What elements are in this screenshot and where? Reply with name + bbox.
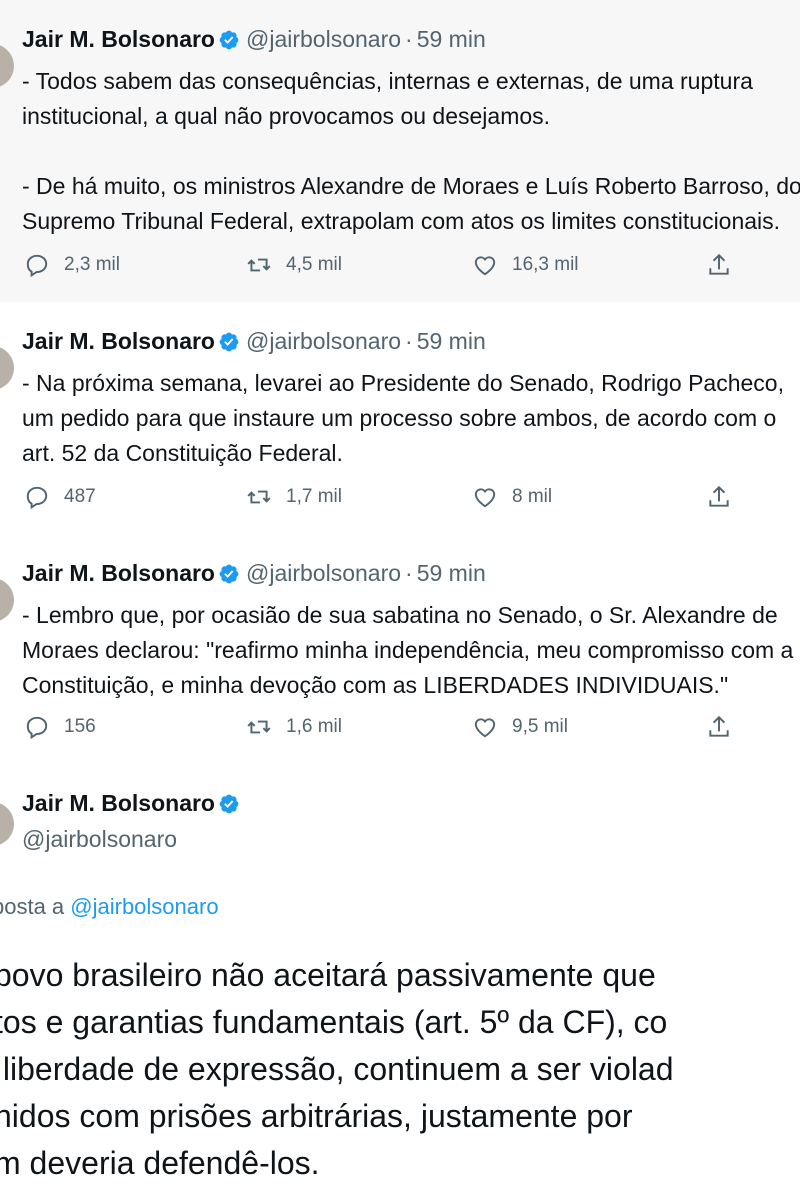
tweet-header: Jair M. Bolsonaro @jairbolsonaro · 59 min [22,558,486,588]
verified-badge-icon [219,30,239,50]
replying-mention-link[interactable]: @jairbolsonaro [70,894,218,919]
tweet-header: Jair M. Bolsonaro @jairbolsonaro · 59 min [22,24,486,54]
like-button[interactable]: 8 mil [472,482,552,512]
tweet-text: - Lembro que, por ocasião de sua sabatin… [22,602,794,698]
timestamp[interactable]: 59 min [417,26,486,52]
separator-dot: · [405,26,413,52]
share-icon [709,485,729,507]
author-handle[interactable]: @jairbolsonaro [246,26,401,52]
like-button[interactable]: 9,5 mil [472,712,568,742]
tweet-text: - Na próxima semana, levarei ao Presiden… [22,370,784,466]
tweet-1[interactable]: Jair M. Bolsonaro @jairbolsonaro · 59 min -… [0,0,800,302]
tweet-2[interactable]: Jair M. Bolsonaro @jairbolsonaro · 59 min -… [0,302,800,534]
author-handle[interactable]: @jairbolsonaro [22,826,177,853]
like-icon [474,488,496,508]
separator-dot: · [405,328,413,354]
verified-badge-icon [219,332,239,352]
avatar[interactable] [0,578,14,622]
author-handle[interactable]: @jairbolsonaro [246,328,401,354]
tweet-text: povo brasileiro não aceitará passivament… [0,957,674,1181]
tweet-text: - Todos sabem das consequências, interna… [22,68,800,234]
verified-badge-icon [219,794,239,814]
action-bar: 487 1,7 mil 8 mil [0,482,800,512]
share-icon [709,253,729,275]
retweet-button[interactable]: 1,7 mil [246,482,342,512]
replying-label: posta a [0,894,65,919]
like-count: 16,3 mil [512,254,579,275]
timestamp[interactable]: 59 min [417,560,486,586]
share-button[interactable] [706,482,746,512]
like-count: 8 mil [512,486,553,507]
reply-count: 487 [64,486,96,507]
tweet-3[interactable]: Jair M. Bolsonaro @jairbolsonaro · 59 min -… [0,534,800,766]
main-tweet[interactable]: Jair M. Bolsonaro @jairbolsonaro posta a… [0,766,800,1200]
tweet-header: Jair M. Bolsonaro @jairbolsonaro · 59 min [22,326,486,356]
share-button[interactable] [706,712,746,742]
verified-badge-icon [219,564,239,584]
retweet-count: 1,6 mil [286,716,342,737]
reply-button[interactable]: 487 [24,482,96,512]
avatar[interactable] [0,44,14,88]
reply-icon [26,716,48,740]
action-bar: 2,3 mil 4,5 mil 16,3 mil [0,250,800,280]
like-count: 9,5 mil [512,716,568,737]
reply-icon [26,254,48,278]
reply-button[interactable]: 2,3 mil [24,250,120,280]
author-handle[interactable]: @jairbolsonaro [246,560,401,586]
reply-count: 2,3 mil [64,254,120,275]
timestamp[interactable]: 59 min [417,328,486,354]
reply-count: 156 [64,716,96,737]
retweet-button[interactable]: 4,5 mil [246,250,342,280]
like-icon [474,718,496,738]
action-bar: 156 1,6 mil 9,5 mil [0,712,800,742]
avatar[interactable] [0,346,14,390]
author-name[interactable]: Jair M. Bolsonaro [22,790,215,816]
share-icon [709,715,729,737]
tweet-header: Jair M. Bolsonaro [22,788,246,818]
retweet-count: 4,5 mil [286,254,342,275]
retweet-icon [247,258,271,272]
like-icon [474,256,496,276]
retweet-count: 1,7 mil [286,486,342,507]
author-name[interactable]: Jair M. Bolsonaro [22,560,215,586]
reply-button[interactable]: 156 [24,712,96,742]
reply-icon [26,486,48,510]
retweet-button[interactable]: 1,6 mil [246,712,342,742]
replying-to: posta a @jairbolsonaro [0,894,219,920]
like-button[interactable]: 16,3 mil [472,250,579,280]
separator-dot: · [405,560,413,586]
author-name[interactable]: Jair M. Bolsonaro [22,328,215,354]
retweet-icon [247,720,271,734]
author-name[interactable]: Jair M. Bolsonaro [22,26,215,52]
retweet-icon [247,490,271,504]
share-button[interactable] [706,250,746,280]
avatar[interactable] [0,802,14,846]
